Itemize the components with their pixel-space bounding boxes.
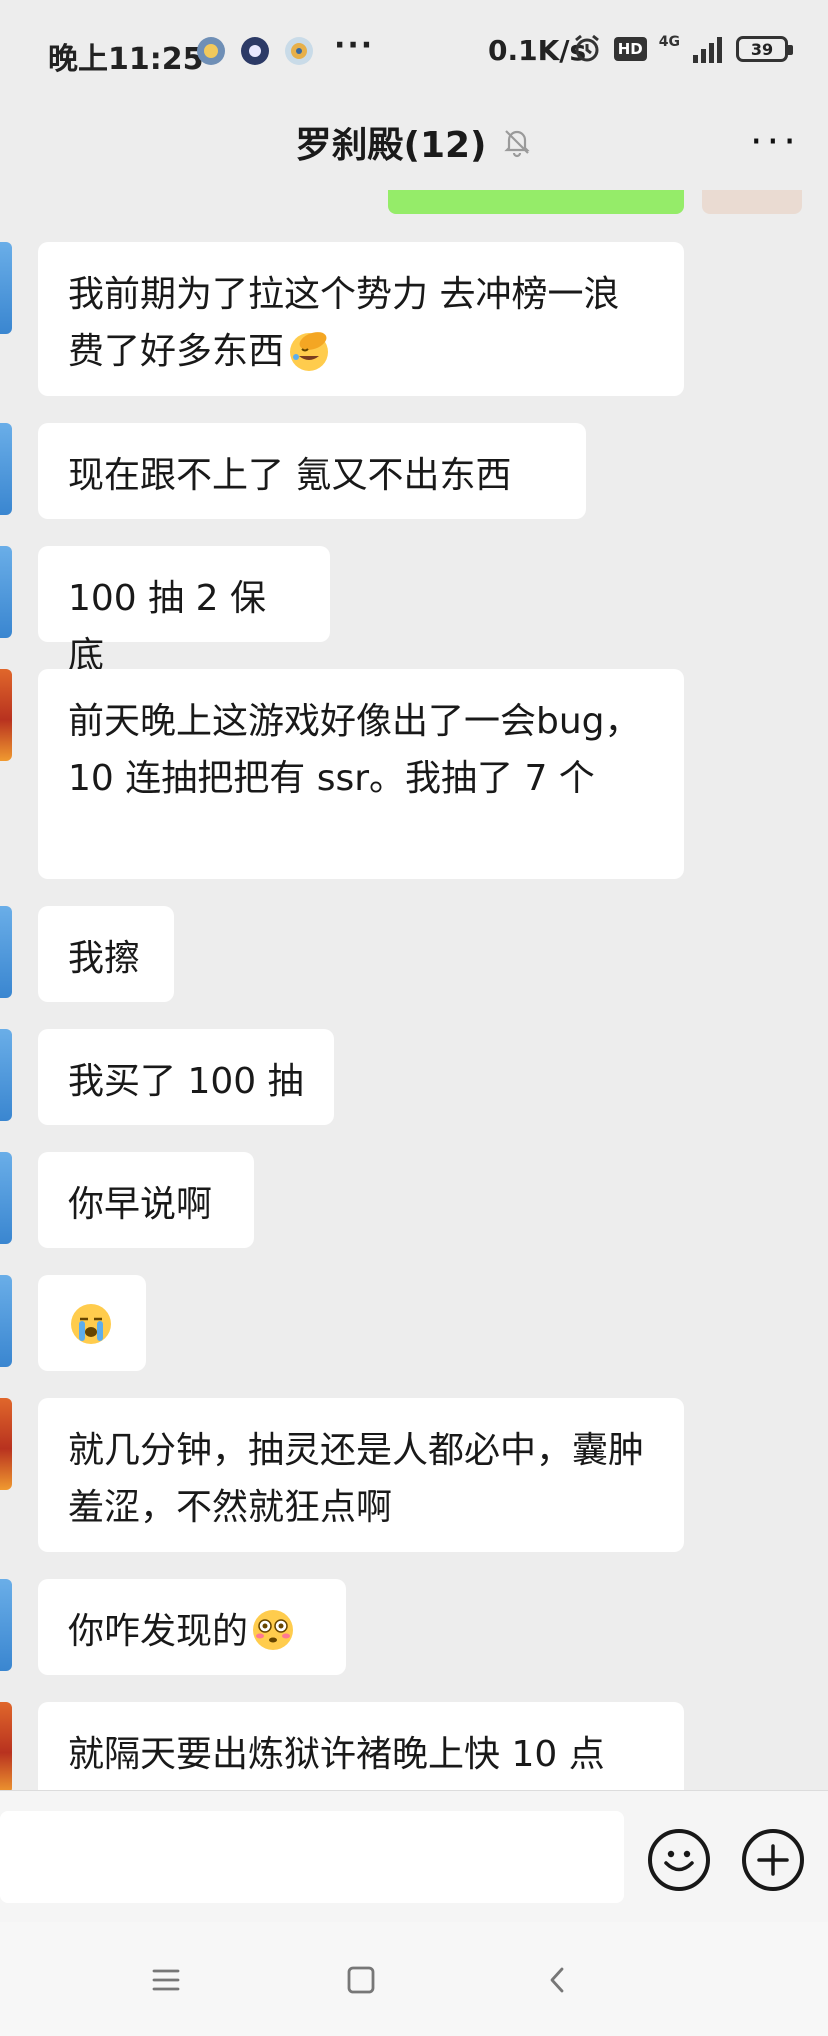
menu-icon[interactable] bbox=[146, 1960, 186, 2000]
message-bubble[interactable] bbox=[38, 1275, 146, 1371]
message-list[interactable]: 我前期为了拉这个势力 去冲榜一浪费了好多东西 现在跟不上了 氪又不出东西 100… bbox=[0, 190, 828, 1790]
message-text: 我买了 100 抽 bbox=[68, 1061, 304, 1102]
input-bar bbox=[0, 1790, 828, 1923]
network-type: 4G bbox=[658, 34, 680, 50]
battery-icon: 39 bbox=[736, 36, 793, 62]
message-bubble[interactable]: 你早说啊 bbox=[38, 1152, 254, 1248]
signal-icon bbox=[693, 37, 722, 63]
avatar[interactable] bbox=[0, 242, 12, 334]
avatar[interactable] bbox=[0, 669, 12, 761]
message-bubble[interactable]: 前天晚上这游戏好像出了一会bug，10 连抽把把有 ssr。我抽了 7 个 bbox=[38, 669, 684, 879]
back-chevron-icon[interactable] bbox=[538, 1960, 578, 2000]
message-input[interactable] bbox=[0, 1811, 624, 1903]
message-text: 100 抽 2 保底 bbox=[68, 578, 266, 676]
own-avatar[interactable] bbox=[702, 190, 802, 214]
avatar[interactable] bbox=[0, 1579, 12, 1671]
message-text: 就隔天要出炼狱许褚晚上快 10 点 bbox=[68, 1734, 605, 1775]
bell-off-icon bbox=[503, 130, 530, 158]
message-text: 我前期为了拉这个势力 去冲榜一浪费了好多东西 bbox=[68, 274, 620, 372]
message-bubble[interactable]: 现在跟不上了 氪又不出东西 bbox=[38, 423, 586, 519]
hd-icon: HD bbox=[613, 37, 647, 61]
emoji-button[interactable] bbox=[648, 1829, 710, 1891]
smiley-face-icon bbox=[664, 1850, 694, 1872]
avatar[interactable] bbox=[0, 906, 12, 998]
app-notification-icon-1 bbox=[197, 37, 225, 65]
message-text: 现在跟不上了 氪又不出东西 bbox=[68, 455, 512, 496]
app-notification-icon-3 bbox=[285, 37, 313, 65]
message-text: 前天晚上这游戏好像出了一会bug，10 连抽把把有 ssr。我抽了 7 个 bbox=[68, 701, 641, 799]
message-bubble[interactable]: 你咋发现的 bbox=[38, 1579, 346, 1675]
crying-emoji-icon bbox=[71, 1304, 111, 1344]
system-nav-bar bbox=[0, 1922, 828, 2036]
message-bubble[interactable]: 100 抽 2 保底 bbox=[38, 546, 330, 676]
message-bubble[interactable]: 我买了 100 抽 bbox=[38, 1029, 334, 1125]
facepalm-emoji-icon bbox=[290, 332, 329, 371]
message-bubble[interactable]: 我前期为了拉这个势力 去冲榜一浪费了好多东西 bbox=[38, 242, 684, 396]
more-features-button[interactable] bbox=[742, 1829, 804, 1891]
flushed-emoji-icon bbox=[253, 1610, 294, 1650]
avatar[interactable] bbox=[0, 1398, 12, 1490]
status-bar: 晚上11:25 ··· 0.1K/s HD 4G 39 bbox=[0, 0, 828, 110]
message-text: 你咋发现的 bbox=[68, 1611, 249, 1652]
status-more-icon: ··· bbox=[334, 28, 375, 63]
plus-icon bbox=[757, 1844, 789, 1876]
message-bubble[interactable]: 就隔天要出炼狱许褚晚上快 10 点 bbox=[38, 1702, 684, 1790]
message-text: 你早说啊 bbox=[68, 1184, 213, 1225]
avatar[interactable] bbox=[0, 1152, 12, 1244]
status-system-icons: HD 4G 39 bbox=[572, 34, 793, 64]
app-notification-icon-2 bbox=[241, 37, 269, 65]
message-bubble[interactable]: 我擦 bbox=[38, 906, 174, 1002]
avatar[interactable] bbox=[0, 1029, 12, 1121]
avatar[interactable] bbox=[0, 1275, 12, 1367]
more-options-button[interactable]: ··· bbox=[750, 122, 800, 162]
status-app-icons bbox=[196, 36, 314, 66]
chat-title[interactable]: 罗刹殿(12) bbox=[295, 116, 486, 168]
avatar[interactable] bbox=[0, 1702, 12, 1790]
home-square-icon[interactable] bbox=[341, 1960, 381, 2000]
alarm-icon bbox=[574, 34, 599, 62]
avatar[interactable] bbox=[0, 423, 12, 515]
chat-header: 罗刹殿(12) ··· bbox=[0, 110, 828, 190]
message-bubble[interactable]: 就几分钟，抽灵还是人都必中，囊肿羞涩，不然就狂点啊 bbox=[38, 1398, 684, 1552]
battery-level: 39 bbox=[750, 39, 774, 59]
message-text: 就几分钟，抽灵还是人都必中，囊肿羞涩，不然就狂点啊 bbox=[68, 1430, 645, 1528]
avatar[interactable] bbox=[0, 546, 12, 638]
status-time: 晚上11:25 bbox=[48, 42, 204, 77]
message-text: 我擦 bbox=[68, 938, 141, 979]
own-message-bubble-partial[interactable] bbox=[388, 190, 684, 214]
